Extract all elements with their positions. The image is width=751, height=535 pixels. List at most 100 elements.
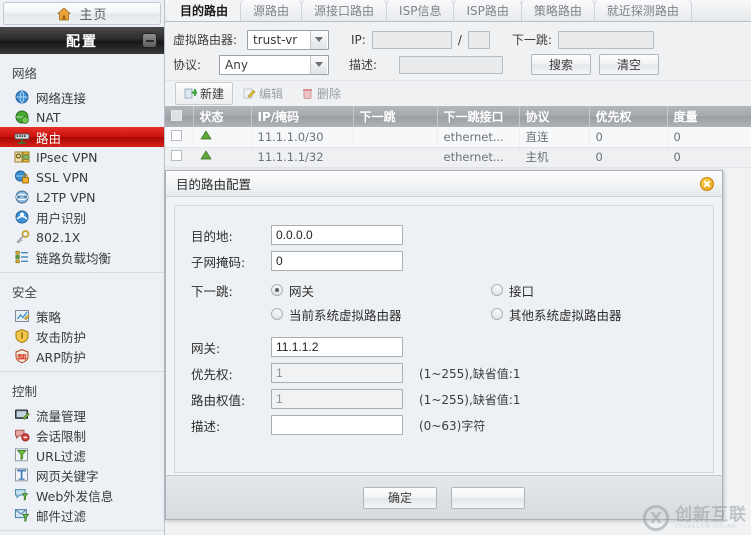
watermark-mark: X [650, 509, 662, 527]
delete-button-label: 删除 [317, 87, 342, 101]
sidebar-item-会话限制[interactable]: 会话限制 [0, 425, 164, 445]
row-checkbox-cell[interactable] [165, 147, 194, 168]
sidebar-item-攻击防护[interactable]: 攻击防护 [0, 326, 164, 346]
destination-row: 目的地: [191, 222, 713, 248]
protocol-label: 协议: [173, 58, 202, 72]
table-row[interactable]: 11.1.1.0/30 ethernet... 直连 0 0 [165, 127, 751, 148]
row-checkbox[interactable] [171, 129, 182, 141]
sidebar-item-L2TP VPN[interactable]: L2TP VPN [0, 187, 164, 207]
svg-text:ARP: ARP [17, 354, 26, 359]
ok-button[interactable]: 确定 [363, 486, 437, 509]
description-input[interactable] [271, 415, 403, 435]
tab-目的路由[interactable]: 目的路由 [167, 0, 242, 21]
close-icon[interactable] [700, 176, 714, 191]
sidebar-item-URL过滤[interactable]: URL过滤 [0, 445, 164, 465]
sidebar-item-策略[interactable]: 策略 [0, 306, 164, 326]
sidebar-item-label: 攻击防护 [36, 329, 87, 345]
sidebar-item-链路负载均衡[interactable]: 链路负载均衡 [0, 247, 164, 267]
chevron-down-icon[interactable] [310, 30, 327, 49]
select-all-header[interactable] [165, 106, 194, 127]
nexthop-radio-row-1: 下一跳: 网关 接口 [191, 278, 713, 302]
column-header-协议: 协议 [519, 106, 590, 127]
next-hop-cell [353, 127, 438, 148]
sidebar-item-label: 链路负载均衡 [36, 250, 112, 266]
sidebar-item-路由[interactable]: 路由 [0, 127, 164, 147]
tab-ISP信息[interactable]: ISP信息 [386, 0, 455, 21]
sidebar-item-NAT[interactable]: NAT [0, 107, 164, 127]
watermark: X 创新互联 CHUANGXIN HULIAN [643, 505, 747, 531]
sidebar-item-label: ARP防护 [36, 349, 86, 365]
search-button[interactable]: 搜索 [531, 54, 592, 75]
dialog-title-bar: 目的路由配置 [166, 171, 722, 197]
netmask-label: 子网掩码: [191, 254, 246, 270]
config-label: 配置 [66, 33, 98, 50]
globe-lock-icon [15, 170, 29, 184]
web-outgoing-icon [15, 489, 29, 501]
sidebar-item-label: L2TP VPN [36, 189, 96, 205]
tab-源路由[interactable]: 源路由 [240, 0, 303, 21]
tab-策略路由[interactable]: 策略路由 [520, 0, 595, 21]
sidebar-group-title: 控制 [12, 384, 38, 399]
gateway-input[interactable] [271, 337, 403, 357]
ip-label: IP: [351, 32, 366, 47]
mask-input[interactable] [467, 30, 490, 49]
column-header-IP/掩码: IP/掩码 [251, 106, 354, 127]
radio-interface[interactable]: 接口 [491, 281, 534, 300]
weight-label: 路由权值: [191, 392, 246, 408]
status-cell [193, 127, 252, 148]
column-header-优先权: 优先权 [589, 106, 668, 127]
weight-row: 路由权值: (1~255),缺省值:1 [191, 386, 713, 412]
sidebar-item-邮件过滤[interactable]: 邮件过滤 [0, 505, 164, 525]
tab-就近探测路由[interactable]: 就近探测路由 [593, 0, 692, 21]
gateway-label: 网关: [191, 340, 221, 356]
chevron-down-icon[interactable] [310, 55, 327, 74]
sidebar-item-label: 802.1X [36, 229, 81, 245]
vrouter-select[interactable]: trust-vr [247, 29, 329, 50]
radio-gateway[interactable]: 网关 [271, 281, 491, 300]
priority-hint: (1~255),缺省值:1 [419, 366, 521, 381]
row-checkbox[interactable] [171, 150, 182, 161]
sidebar-item-label: 网络连接 [36, 90, 87, 106]
weight-input[interactable] [271, 389, 403, 409]
delete-button[interactable]: 删除 [293, 83, 349, 104]
edit-button[interactable]: 编辑 [235, 83, 291, 104]
tab-源接口路由[interactable]: 源接口路由 [301, 0, 388, 21]
policy-icon [15, 310, 30, 322]
radio-other-vrouter[interactable]: 其他系统虚拟路由器 [491, 305, 622, 324]
dialog-title: 目的路由配置 [176, 177, 252, 192]
sidebar-item-802.1X[interactable]: 802.1X [0, 227, 164, 247]
radio-current-vrouter[interactable]: 当前系统虚拟路由器 [271, 305, 491, 324]
netmask-input[interactable] [271, 251, 403, 271]
sidebar-item-网络连接[interactable]: 网络连接 [0, 87, 164, 107]
sidebar-item-网页关键字[interactable]: 网页关键字 [0, 465, 164, 485]
cancel-button[interactable] [451, 486, 525, 509]
new-button-label: 新建 [200, 87, 225, 101]
column-header-状态: 状态 [193, 106, 252, 127]
metric-cell: 0 [667, 127, 751, 148]
ip-input[interactable] [371, 30, 452, 49]
sidebar-item-流量管理[interactable]: 流量管理 [0, 405, 164, 425]
select-all-checkbox[interactable] [171, 109, 182, 121]
clear-button[interactable]: 清空 [599, 54, 660, 75]
sidebar-item-ARP防护[interactable]: ARP ARP防护 [0, 346, 164, 366]
destination-input[interactable] [271, 225, 403, 245]
slash-separator: / [457, 32, 462, 47]
row-checkbox-cell[interactable] [165, 127, 194, 148]
sidebar-item-SSL VPN[interactable]: SSL VPN [0, 167, 164, 187]
nexthop-input[interactable] [557, 30, 654, 49]
table-row[interactable]: 11.1.1.1/32 ethernet... 主机 0 0 [165, 147, 751, 168]
sidebar-item-IPsec VPN[interactable]: IPsec VPN [0, 147, 164, 167]
priority-input[interactable] [271, 363, 403, 383]
config-header[interactable]: 配置 [0, 27, 164, 54]
connected-icon [199, 130, 212, 140]
sidebar-item-label: 策略 [36, 309, 62, 325]
minimize-icon[interactable] [142, 33, 157, 48]
sidebar-item-Web外发信息[interactable]: Web外发信息 [0, 485, 164, 505]
tab-ISP路由[interactable]: ISP路由 [453, 0, 522, 21]
protocol-select[interactable]: Any [219, 54, 329, 75]
column-header-下一跳接口: 下一跳接口 [437, 106, 520, 127]
sidebar-item-用户识别[interactable]: 用户识别 [0, 207, 164, 227]
desc-input[interactable] [399, 55, 504, 74]
home-button[interactable]: 主页 [3, 2, 161, 25]
new-button[interactable]: 新建 [175, 82, 234, 105]
